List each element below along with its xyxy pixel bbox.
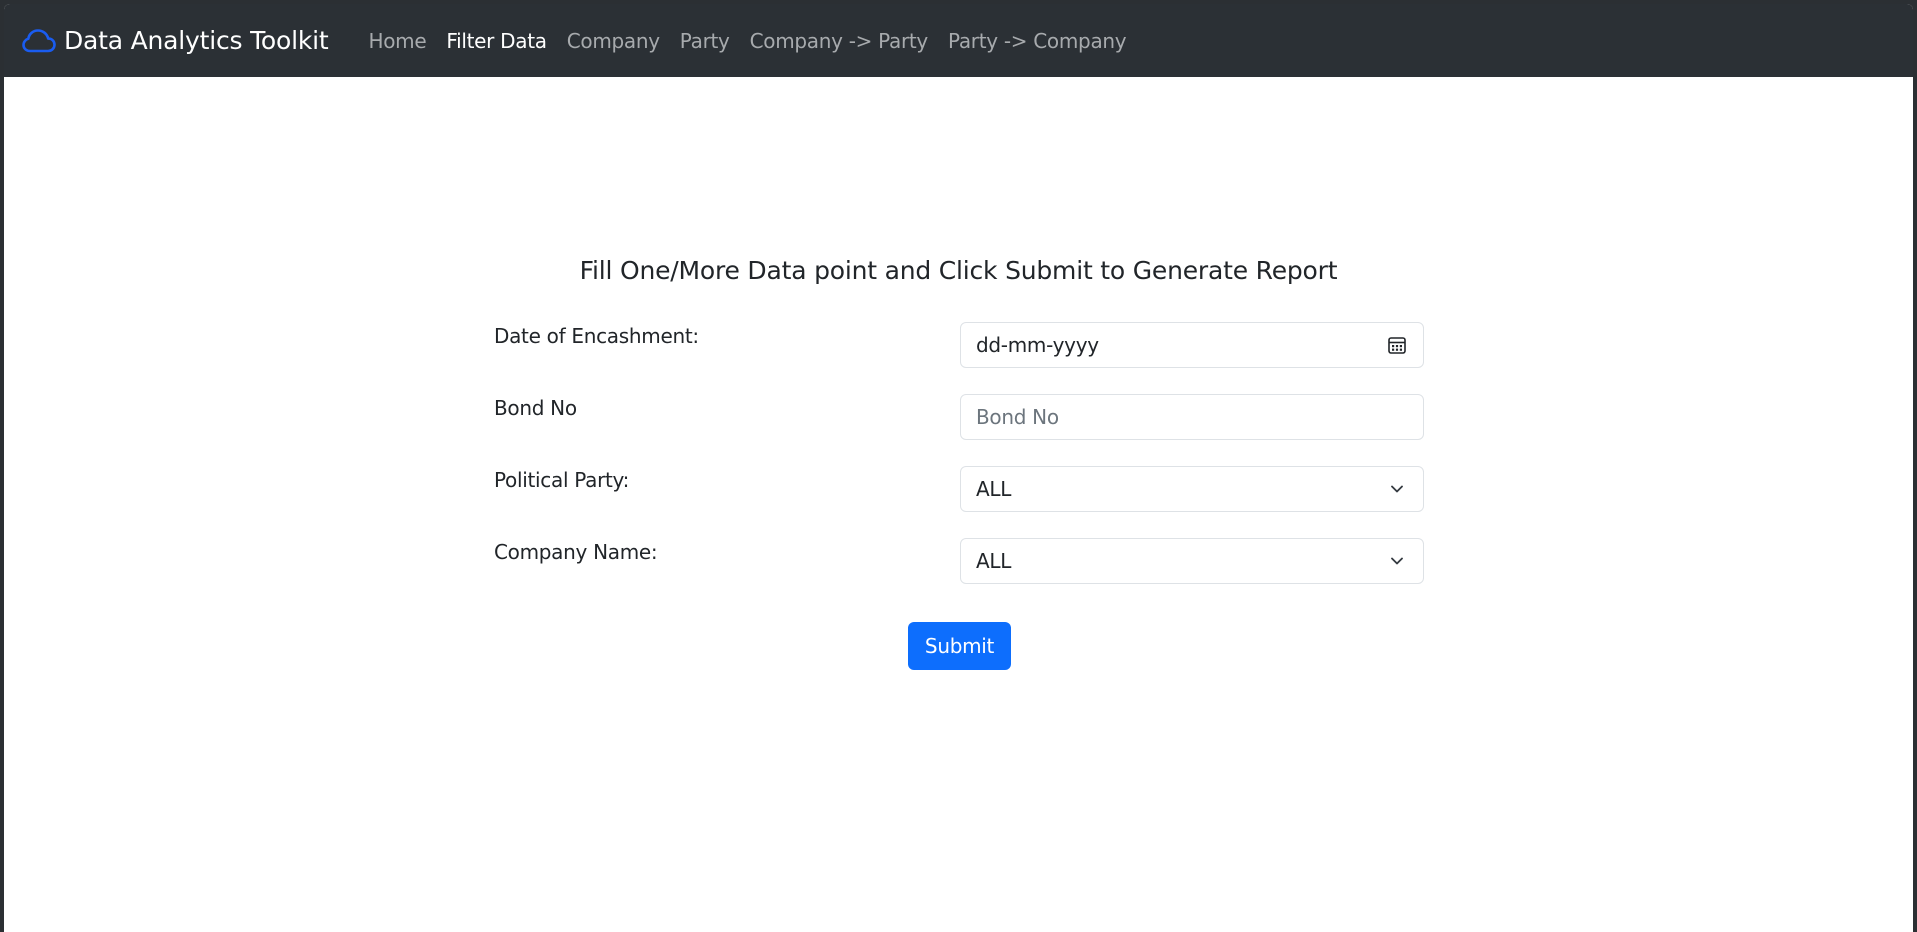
bond-field[interactable] <box>960 394 1424 440</box>
brand-title: Data Analytics Toolkit <box>64 26 329 55</box>
company-select[interactable]: ALL <box>960 538 1424 584</box>
nav-company-to-party[interactable]: Company -> Party <box>740 29 938 53</box>
bond-input[interactable] <box>976 405 1408 429</box>
party-selected-value: ALL <box>976 477 1012 501</box>
top-navbar: Data Analytics Toolkit Home Filter Data … <box>4 4 1913 77</box>
party-select[interactable]: ALL <box>960 466 1424 512</box>
bond-label: Bond No <box>494 396 577 420</box>
app-window: Data Analytics Toolkit Home Filter Data … <box>4 4 1913 932</box>
nav-party-to-company[interactable]: Party -> Company <box>938 29 1136 53</box>
calendar-icon[interactable] <box>1386 334 1408 356</box>
submit-button[interactable]: Submit <box>908 622 1011 670</box>
date-input[interactable]: dd-mm-yyyy <box>960 322 1424 368</box>
company-label: Company Name: <box>494 540 658 564</box>
nav-links: Home Filter Data Company Party Company -… <box>359 29 1137 53</box>
date-value: dd-mm-yyyy <box>976 333 1099 357</box>
nav-company[interactable]: Company <box>557 29 670 53</box>
bond-row: Bond No <box>494 394 1426 442</box>
company-row: Company Name: ALL <box>494 538 1426 586</box>
nav-home[interactable]: Home <box>359 29 437 53</box>
nav-party[interactable]: Party <box>670 29 740 53</box>
party-label: Political Party: <box>494 468 630 492</box>
date-row: Date of Encashment: dd-mm-yyyy <box>494 322 1426 370</box>
nav-filter-data[interactable]: Filter Data <box>436 29 556 53</box>
form-title: Fill One/More Data point and Click Submi… <box>579 256 1338 285</box>
party-row: Political Party: ALL <box>494 466 1426 514</box>
chevron-down-icon <box>1386 550 1408 572</box>
cloud-icon <box>22 27 58 55</box>
chevron-down-icon <box>1386 478 1408 500</box>
company-selected-value: ALL <box>976 549 1012 573</box>
brand-link[interactable]: Data Analytics Toolkit <box>22 26 329 55</box>
date-label: Date of Encashment: <box>494 324 699 348</box>
